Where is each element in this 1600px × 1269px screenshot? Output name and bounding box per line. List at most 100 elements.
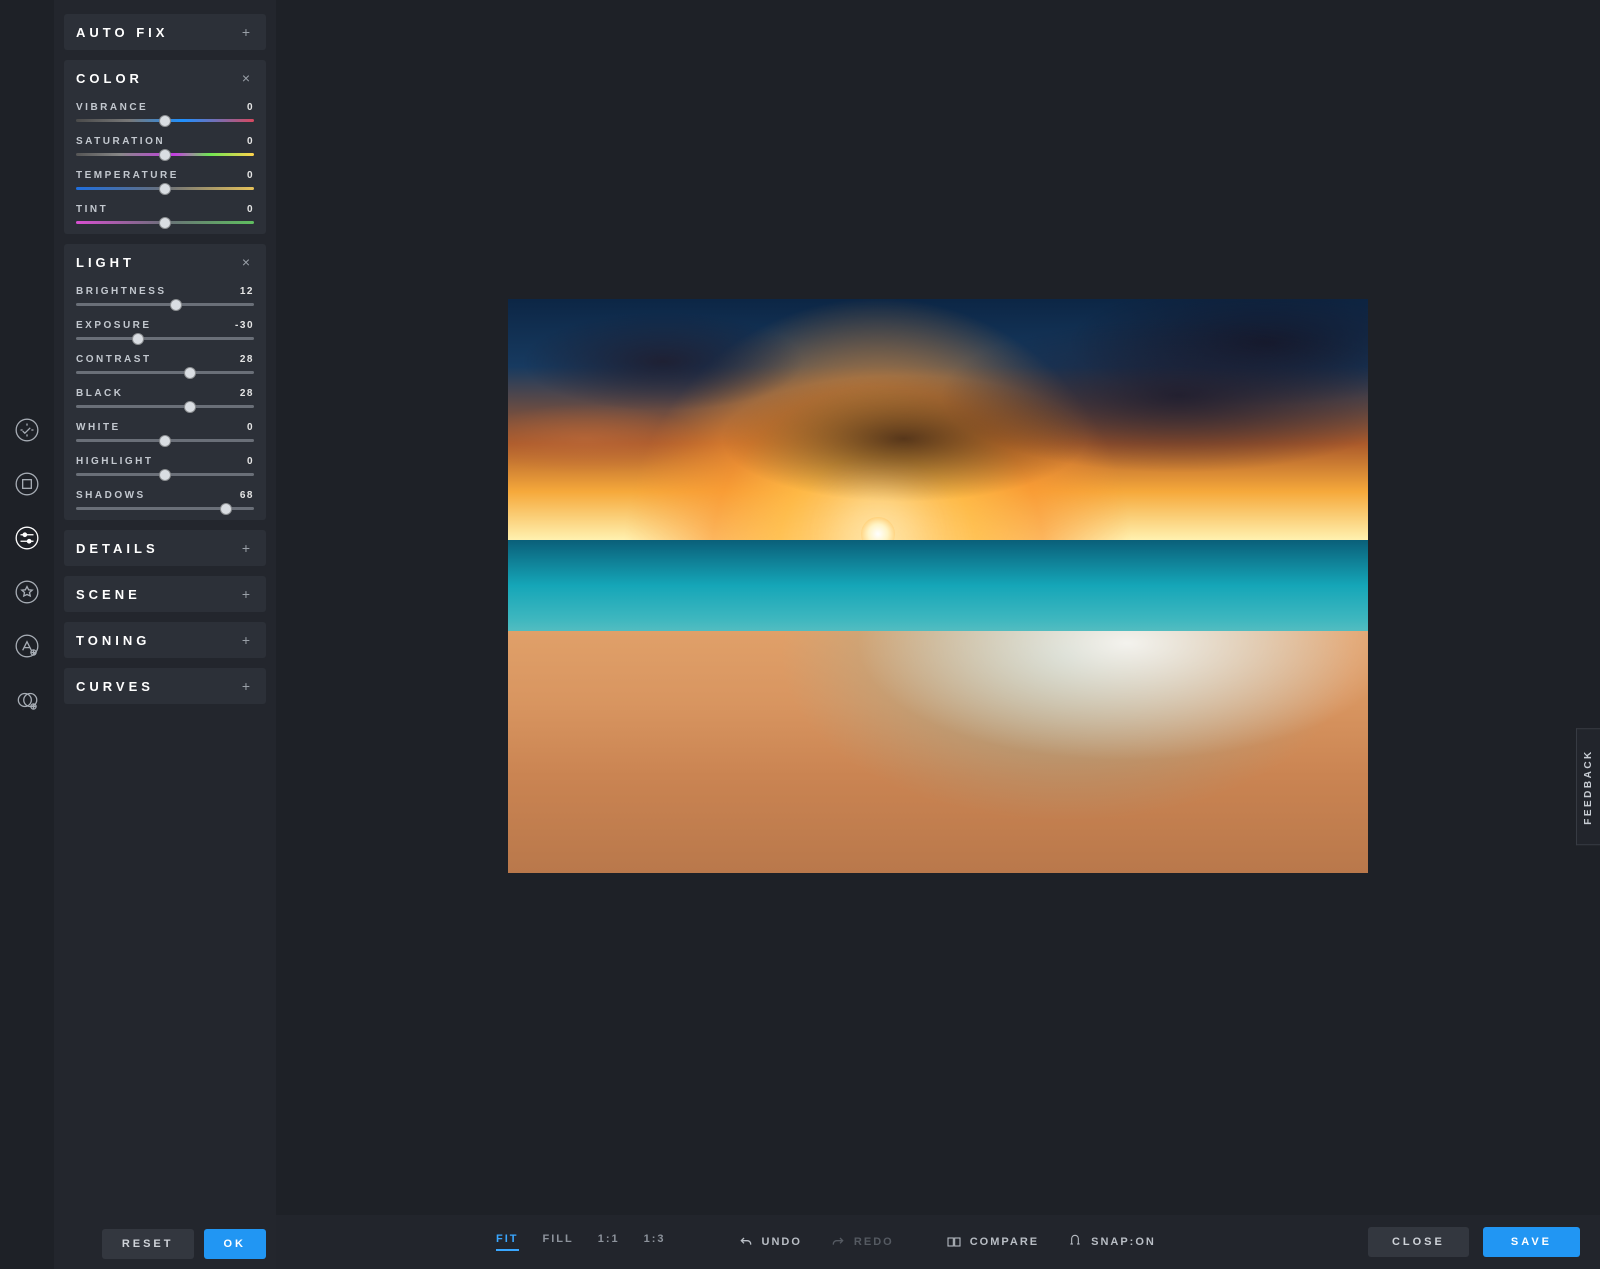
close-icon: × bbox=[238, 70, 254, 86]
slider-handle[interactable] bbox=[132, 333, 144, 345]
bottom-bar: FITFILL1:11:3 UNDO REDO COMPARE SNAP:ON … bbox=[276, 1215, 1600, 1269]
section-details: DETAILS + bbox=[64, 530, 266, 566]
slider-value: 0 bbox=[247, 102, 254, 113]
undo-button[interactable]: UNDO bbox=[738, 1234, 802, 1250]
slider-label: VIBRANCE bbox=[76, 102, 148, 113]
slider-tint: TINT 0 bbox=[76, 204, 254, 224]
slider-value: 12 bbox=[240, 286, 254, 297]
slider-handle[interactable] bbox=[159, 469, 171, 481]
slider-value: 28 bbox=[240, 354, 254, 365]
section-title: DETAILS bbox=[76, 541, 159, 556]
tool-auto-enhance[interactable] bbox=[11, 414, 43, 446]
slider-label: SATURATION bbox=[76, 136, 165, 147]
slider-handle[interactable] bbox=[159, 217, 171, 229]
feedback-tab[interactable]: FEEDBACK bbox=[1576, 728, 1600, 846]
history-group: UNDO REDO COMPARE SNAP:ON bbox=[738, 1234, 1156, 1250]
adjust-icon bbox=[14, 525, 40, 551]
slider-handle[interactable] bbox=[220, 503, 232, 515]
section-title: COLOR bbox=[76, 71, 143, 86]
expand-icon: + bbox=[238, 586, 254, 602]
slider-track[interactable] bbox=[76, 187, 254, 190]
slider-handle[interactable] bbox=[184, 367, 196, 379]
section-header-color[interactable]: COLOR × bbox=[76, 70, 254, 86]
slider-value: 0 bbox=[247, 170, 254, 181]
slider-track[interactable] bbox=[76, 371, 254, 374]
close-button[interactable]: CLOSE bbox=[1368, 1227, 1469, 1257]
slider-track[interactable] bbox=[76, 405, 254, 408]
view-mode-fit[interactable]: FIT bbox=[496, 1233, 519, 1251]
slider-saturation: SATURATION0 bbox=[76, 136, 254, 156]
slider-handle[interactable] bbox=[159, 183, 171, 195]
magic-icon bbox=[14, 417, 40, 443]
slider-label: BLACK bbox=[76, 388, 124, 399]
tool-adjust[interactable] bbox=[11, 522, 43, 554]
section-auto-fix: AUTO FIX + bbox=[64, 14, 266, 50]
effects-icon bbox=[14, 579, 40, 605]
slider-label: WHITE bbox=[76, 422, 121, 433]
slider-black: BLACK28 bbox=[76, 388, 254, 408]
slider-vibrance: VIBRANCE 0 bbox=[76, 102, 254, 122]
section-curves: CURVES + bbox=[64, 668, 266, 704]
feedback-label: FEEDBACK bbox=[1583, 749, 1594, 825]
slider-label: TEMPERATURE bbox=[76, 170, 179, 181]
section-title: AUTO FIX bbox=[76, 25, 168, 40]
slider-track[interactable] bbox=[76, 119, 254, 122]
tool-overlay[interactable] bbox=[11, 684, 43, 716]
slider-brightness: BRIGHTNESS 12 bbox=[76, 286, 254, 306]
slider-track[interactable] bbox=[76, 221, 254, 224]
compare-label: COMPARE bbox=[970, 1236, 1039, 1248]
ok-button[interactable]: OK bbox=[204, 1229, 267, 1259]
redo-button: REDO bbox=[830, 1234, 894, 1250]
canvas-area bbox=[276, 0, 1600, 1215]
slider-handle[interactable] bbox=[159, 435, 171, 447]
section-header-details[interactable]: DETAILS + bbox=[76, 540, 254, 556]
slider-track[interactable] bbox=[76, 337, 254, 340]
view-mode-1-1[interactable]: 1:1 bbox=[598, 1233, 620, 1251]
section-title: TONING bbox=[76, 633, 150, 648]
slider-value: 0 bbox=[247, 422, 254, 433]
slider-label: EXPOSURE bbox=[76, 320, 152, 331]
section-header-scene[interactable]: SCENE + bbox=[76, 586, 254, 602]
slider-track[interactable] bbox=[76, 439, 254, 442]
slider-track[interactable] bbox=[76, 473, 254, 476]
section-title: SCENE bbox=[76, 587, 141, 602]
image-preview[interactable] bbox=[508, 299, 1368, 873]
expand-icon: + bbox=[238, 632, 254, 648]
view-mode-fill[interactable]: FILL bbox=[543, 1233, 574, 1251]
slider-label: TINT bbox=[76, 204, 108, 215]
overlay-icon bbox=[14, 687, 40, 713]
slider-handle[interactable] bbox=[159, 149, 171, 161]
tool-crop[interactable] bbox=[11, 468, 43, 500]
section-header-curves[interactable]: CURVES + bbox=[76, 678, 254, 694]
snap-button[interactable]: SNAP:ON bbox=[1067, 1234, 1156, 1250]
tool-text[interactable] bbox=[11, 630, 43, 662]
slider-handle[interactable] bbox=[170, 299, 182, 311]
slider-track[interactable] bbox=[76, 303, 254, 306]
slider-value: 0 bbox=[247, 204, 254, 215]
slider-track[interactable] bbox=[76, 153, 254, 156]
tool-effects[interactable] bbox=[11, 576, 43, 608]
section-header-light[interactable]: LIGHT × bbox=[76, 254, 254, 270]
slider-label: BRIGHTNESS bbox=[76, 286, 167, 297]
section-header-auto-fix[interactable]: AUTO FIX + bbox=[76, 24, 254, 40]
slider-highlight: HIGHLIGHT0 bbox=[76, 456, 254, 476]
slider-handle[interactable] bbox=[184, 401, 196, 413]
save-button[interactable]: SAVE bbox=[1483, 1227, 1580, 1257]
redo-label: REDO bbox=[854, 1236, 894, 1248]
adjustments-panel: AUTO FIX + COLOR × VIBRANCE0SATURATION0T… bbox=[54, 0, 276, 1269]
undo-icon bbox=[738, 1234, 754, 1250]
slider-shadows: SHADOWS68 bbox=[76, 490, 254, 510]
section-title: CURVES bbox=[76, 679, 154, 694]
slider-handle[interactable] bbox=[159, 115, 171, 127]
slider-value: 68 bbox=[240, 490, 254, 501]
crop-icon bbox=[14, 471, 40, 497]
close-icon: × bbox=[238, 254, 254, 270]
reset-button[interactable]: RESET bbox=[102, 1229, 194, 1259]
expand-icon: + bbox=[238, 540, 254, 556]
compare-button[interactable]: COMPARE bbox=[946, 1234, 1039, 1250]
slider-exposure: EXPOSURE-30 bbox=[76, 320, 254, 340]
section-header-toning[interactable]: TONING + bbox=[76, 632, 254, 648]
slider-track[interactable] bbox=[76, 507, 254, 510]
expand-icon: + bbox=[238, 678, 254, 694]
view-mode-1-3[interactable]: 1:3 bbox=[644, 1233, 666, 1251]
